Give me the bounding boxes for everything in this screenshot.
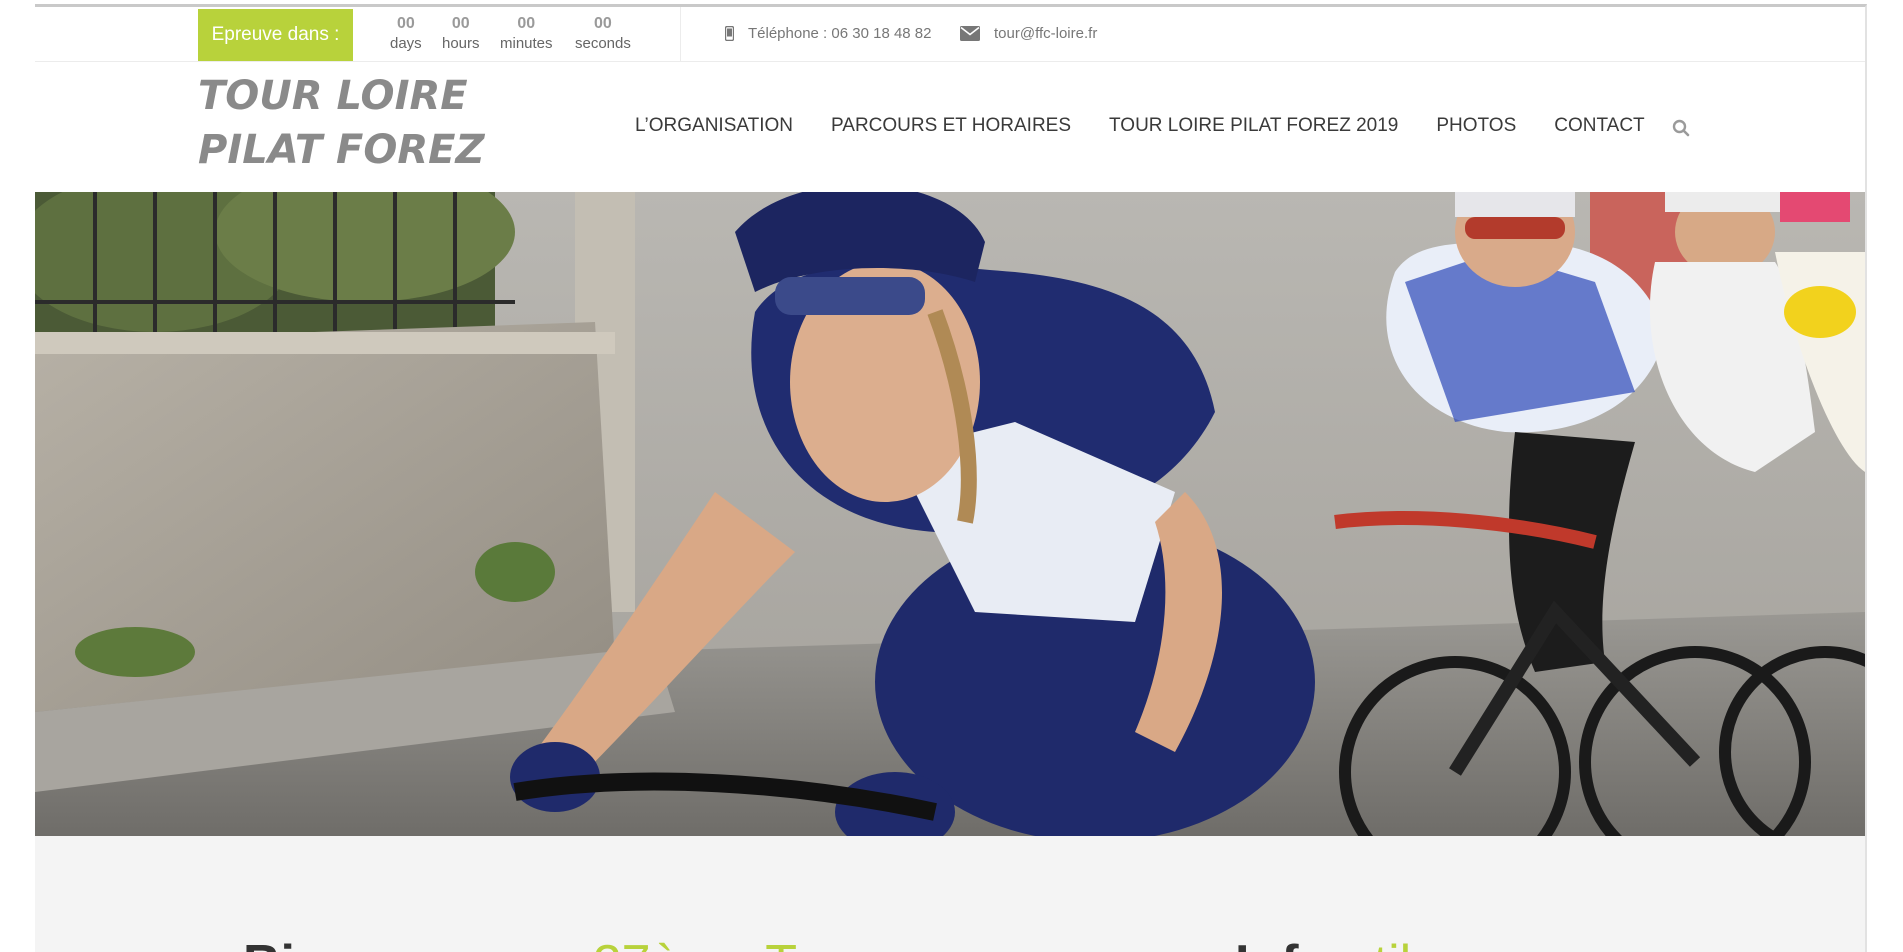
countdown-minutes-value: 00 xyxy=(517,15,536,32)
countdown-seconds-unit: seconds xyxy=(575,35,631,52)
site-logo[interactable]: TOUR LOIRE PILAT FOREZ xyxy=(198,69,484,177)
countdown-hours: 00 hours xyxy=(442,15,480,52)
countdown-days: 00 days xyxy=(390,15,422,52)
envelope-icon xyxy=(960,26,980,41)
search-icon[interactable] xyxy=(1672,119,1690,142)
main-nav: L’ORGANISATION PARCOURS ET HORAIRES TOUR… xyxy=(635,115,1683,137)
countdown-minutes-unit: minutes xyxy=(500,35,553,52)
email-link[interactable]: tour@ffc-loire.fr xyxy=(994,25,1097,42)
phone-text: Téléphone : 06 30 18 48 82 xyxy=(748,25,932,42)
nav-item-organisation[interactable]: L’ORGANISATION xyxy=(635,115,793,137)
phone-contact: Téléphone : 06 30 18 48 82 xyxy=(725,25,932,42)
countdown-days-value: 00 xyxy=(396,15,415,32)
nav-item-parcours[interactable]: PARCOURS ET HORAIRES xyxy=(831,115,1071,137)
nav-item-photos[interactable]: PHOTOS xyxy=(1436,115,1516,137)
mobile-phone-icon xyxy=(725,26,734,41)
top-bar: Epreuve dans : 00 days 00 hours 00 minut… xyxy=(35,7,1865,62)
nav-item-tour-2019[interactable]: TOUR LOIRE PILAT FOREZ 2019 xyxy=(1109,115,1398,137)
info-heading-main: Info xyxy=(1235,935,1330,952)
countdown-days-unit: days xyxy=(390,35,422,52)
hero-image xyxy=(35,192,1865,836)
countdown-seconds: 00 seconds xyxy=(575,15,631,52)
logo-line-2: PILAT FOREZ xyxy=(198,127,485,173)
email-contact[interactable]: tour@ffc-loire.fr xyxy=(960,25,1097,42)
welcome-heading-accent: au 27ème Tour xyxy=(520,935,866,952)
welcome-heading: Bienvenue au 27ème Tour xyxy=(243,934,866,952)
countdown-hours-unit: hours xyxy=(442,35,480,52)
info-heading-accent: utile xyxy=(1345,935,1440,952)
page-frame: Epreuve dans : 00 days 00 hours 00 minut… xyxy=(35,4,1867,952)
welcome-heading-main: Bienvenue xyxy=(243,935,506,952)
topbar-divider xyxy=(680,7,681,61)
nav-item-contact[interactable]: CONTACT xyxy=(1554,115,1644,137)
countdown-minutes: 00 minutes xyxy=(500,15,553,52)
countdown-label: Epreuve dans : xyxy=(198,9,353,61)
countdown-seconds-value: 00 xyxy=(594,15,612,32)
info-heading: Info utile xyxy=(1235,934,1440,952)
logo-line-1: TOUR LOIRE xyxy=(198,73,468,119)
countdown-hours-value: 00 xyxy=(451,15,470,32)
content-section: Bienvenue au 27ème Tour Info utile xyxy=(35,836,1865,952)
